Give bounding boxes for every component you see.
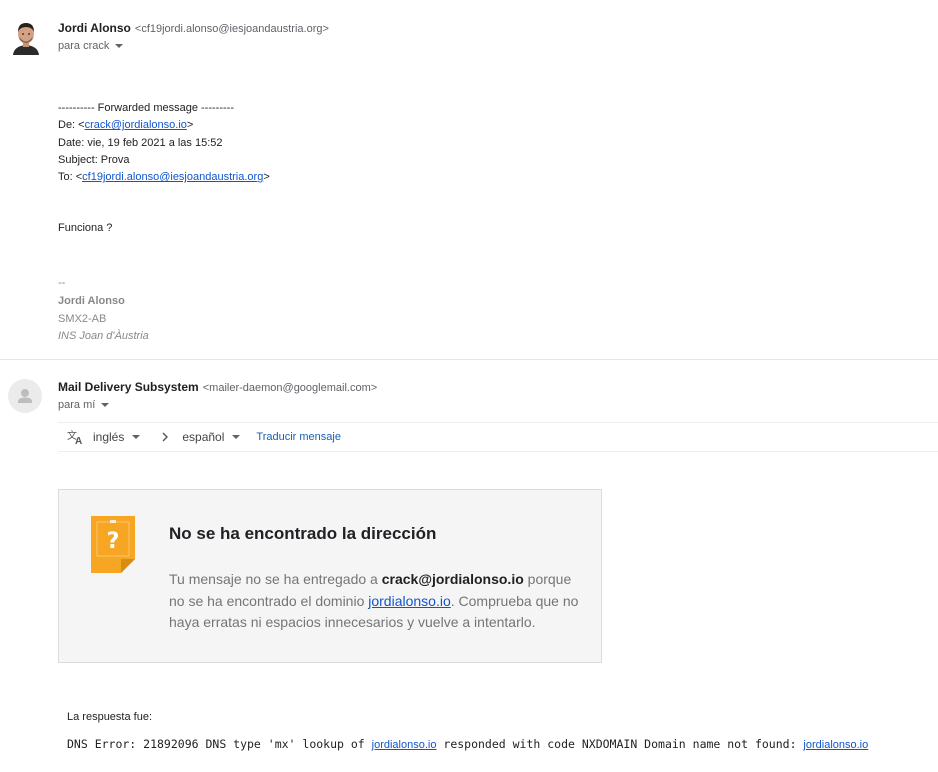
bounce-notice: ? No se ha encontrado la dirección Tu me… bbox=[58, 489, 602, 663]
forward-from-link[interactable]: crack@jordialonso.io bbox=[85, 119, 187, 131]
signature-dashes: -- bbox=[58, 277, 66, 289]
recipients-label: para mí bbox=[58, 399, 96, 411]
response-text: DNS Error: 21892096 DNS type 'mx' lookup… bbox=[67, 737, 869, 751]
response-domain-link[interactable]: jordialonso.io bbox=[372, 739, 437, 751]
document-question-icon: ? bbox=[91, 516, 135, 577]
svg-text:?: ? bbox=[107, 529, 120, 554]
bounce-domain-link[interactable]: jordialonso.io bbox=[368, 593, 451, 609]
chevron-down-icon bbox=[132, 435, 141, 439]
sender-email: <mailer-daemon@googlemail.com> bbox=[202, 382, 378, 394]
target-language-select[interactable]: español bbox=[182, 430, 241, 444]
bounce-title: No se ha encontrado la dirección bbox=[169, 524, 437, 543]
chevron-right-icon bbox=[162, 432, 169, 442]
forward-from: De: <crack@jordialonso.io> bbox=[58, 119, 194, 132]
recipients-label: para crack bbox=[58, 40, 110, 52]
default-avatar-icon[interactable] bbox=[8, 379, 42, 413]
forward-subject: Subject: Prova bbox=[58, 153, 130, 166]
target-language-label: español bbox=[182, 430, 225, 444]
source-language-label: inglés bbox=[93, 430, 125, 444]
chevron-down-icon bbox=[232, 435, 241, 439]
bounce-description: Tu mensaje no se ha entregado a crack@jo… bbox=[169, 571, 579, 630]
translate-message-link[interactable]: Traducir mensaje bbox=[256, 431, 341, 443]
svg-text:A: A bbox=[75, 436, 82, 445]
signature-group: SMX2-AB bbox=[58, 312, 107, 325]
sender-name[interactable]: Jordi Alonso bbox=[58, 21, 131, 35]
forward-to-link[interactable]: cf19jordi.alonso@iesjoandaustria.org bbox=[82, 171, 263, 183]
signature-name: Jordi Alonso bbox=[58, 294, 125, 307]
response-label: La respuesta fue: bbox=[67, 711, 153, 723]
source-language-select[interactable]: inglés bbox=[93, 430, 141, 444]
chevron-down-icon bbox=[101, 403, 110, 407]
message-divider bbox=[0, 359, 938, 360]
sender-name[interactable]: Mail Delivery Subsystem bbox=[58, 380, 199, 394]
recipients-toggle[interactable]: para mí bbox=[58, 399, 110, 411]
forwarded-message: ---------- Forwarded message --------- D… bbox=[58, 100, 270, 186]
signature: -- Jordi Alonso SMX2-AB INS Joan d'Àustr… bbox=[58, 275, 149, 346]
translate-bar: 文 A inglés español Traducir mensaje bbox=[58, 422, 938, 452]
forward-date: Date: vie, 19 feb 2021 a las 15:52 bbox=[58, 136, 223, 149]
bounce-address: crack@jordialonso.io bbox=[381, 571, 524, 587]
forward-to: To: <cf19jordi.alonso@iesjoandaustria.or… bbox=[58, 171, 270, 184]
forward-header: ---------- Forwarded message --------- bbox=[58, 102, 234, 114]
message-body: Funciona ? bbox=[58, 222, 113, 234]
chevron-down-icon bbox=[115, 44, 124, 48]
signature-school: INS Joan d'Àustria bbox=[58, 330, 149, 343]
translate-icon: 文 A bbox=[67, 429, 85, 445]
response-domain-link[interactable]: jordialonso.io bbox=[803, 739, 868, 751]
sender-email: <cf19jordi.alonso@iesjoandaustria.org> bbox=[134, 23, 329, 35]
sender-avatar[interactable] bbox=[10, 19, 42, 55]
recipients-toggle[interactable]: para crack bbox=[58, 40, 124, 52]
